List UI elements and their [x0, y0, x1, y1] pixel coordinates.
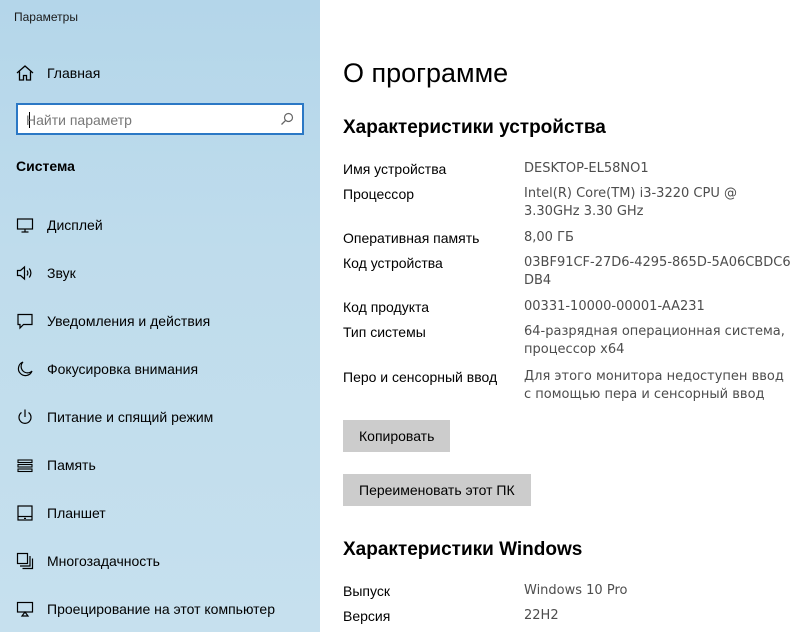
sidebar-item-home[interactable]: Главная [0, 58, 320, 88]
speaker-icon [16, 264, 34, 282]
search-input[interactable] [26, 111, 266, 129]
spec-value: Intel(R) Core(TM) i3-3220 CPU @ 3.30GHz … [524, 186, 737, 219]
spec-value: Windows 10 Pro [524, 583, 628, 598]
copy-button[interactable]: Копировать [343, 420, 451, 452]
windows-specs-heading: Характеристики Windows [343, 539, 583, 560]
sidebar-item-label: Многозадачность [47, 553, 160, 569]
sidebar-item-power-sleep[interactable]: Питание и спящий режим [0, 393, 320, 441]
spec-label: Оперативная память [343, 230, 480, 246]
sidebar-item-label: Планшет [47, 505, 106, 521]
sidebar-item-storage[interactable]: Память [0, 441, 320, 489]
spec-label: Версия [343, 608, 391, 624]
main-content: О программе Характеристики устройства Им… [320, 0, 807, 632]
app-title: Параметры [14, 10, 78, 24]
sidebar-item-sound[interactable]: Звук [0, 249, 320, 297]
spec-label: Процессор [343, 186, 415, 202]
power-icon [16, 408, 34, 426]
sidebar-item-display[interactable]: Дисплей [0, 201, 320, 249]
sidebar-item-multitasking[interactable]: Многозадачность [0, 537, 320, 585]
display-icon [16, 216, 34, 234]
page-title: О программе [343, 58, 509, 88]
spec-label: Выпуск [343, 583, 390, 599]
sidebar-item-label: Звук [47, 265, 76, 281]
sidebar-section-heading: Система [16, 158, 75, 174]
sidebar-item-label: Проецирование на этот компьютер [47, 601, 275, 617]
spec-label: Код устройства [343, 255, 443, 271]
moon-icon [16, 360, 34, 378]
sidebar-item-label: Питание и спящий режим [47, 409, 214, 425]
rename-pc-button[interactable]: Переименовать этот ПК [343, 474, 531, 506]
spec-label: Имя устройства [343, 161, 447, 177]
search-box[interactable] [16, 103, 304, 135]
spec-label: Перо и сенсорный ввод [343, 369, 498, 385]
sidebar-item-label: Главная [47, 65, 101, 81]
spec-value: 8,00 ГБ [524, 230, 574, 245]
sidebar-nav: Дисплей Звук Уведомления и действия Фоку… [0, 201, 320, 632]
storage-icon [16, 456, 34, 474]
tablet-icon [16, 504, 34, 522]
device-specs-heading: Характеристики устройства [343, 117, 606, 138]
multitasking-icon [16, 552, 34, 570]
sidebar-item-tablet[interactable]: Планшет [0, 489, 320, 537]
spec-value: 22H2 [524, 608, 559, 623]
sidebar-item-focus-assist[interactable]: Фокусировка внимания [0, 345, 320, 393]
spec-value: 03BF91CF-27D6-4295-865D-5A06CBDC6DB4 [524, 255, 791, 288]
sidebar-item-projecting[interactable]: Проецирование на этот компьютер [0, 585, 320, 632]
search-icon[interactable] [280, 112, 294, 131]
settings-window: Параметры Главная Система [0, 0, 807, 632]
spec-label: Код продукта [343, 299, 430, 315]
notification-icon [16, 312, 34, 330]
sidebar-item-label: Дисплей [47, 217, 103, 233]
sidebar-item-label: Уведомления и действия [47, 313, 211, 329]
sidebar-item-label: Фокусировка внимания [47, 361, 199, 377]
sidebar-item-label: Память [47, 457, 96, 473]
home-icon [16, 65, 34, 86]
spec-value: 00331-10000-00001-AA231 [524, 299, 705, 314]
projecting-icon [16, 600, 34, 618]
spec-label: Тип системы [343, 324, 426, 340]
sidebar-item-notifications[interactable]: Уведомления и действия [0, 297, 320, 345]
sidebar: Параметры Главная Система [0, 0, 320, 632]
spec-value: 64-разрядная операционная система, проце… [524, 324, 785, 357]
spec-value: Для этого монитора недоступен ввод с пом… [524, 369, 784, 402]
spec-value: DESKTOP-EL58NO1 [524, 161, 649, 176]
